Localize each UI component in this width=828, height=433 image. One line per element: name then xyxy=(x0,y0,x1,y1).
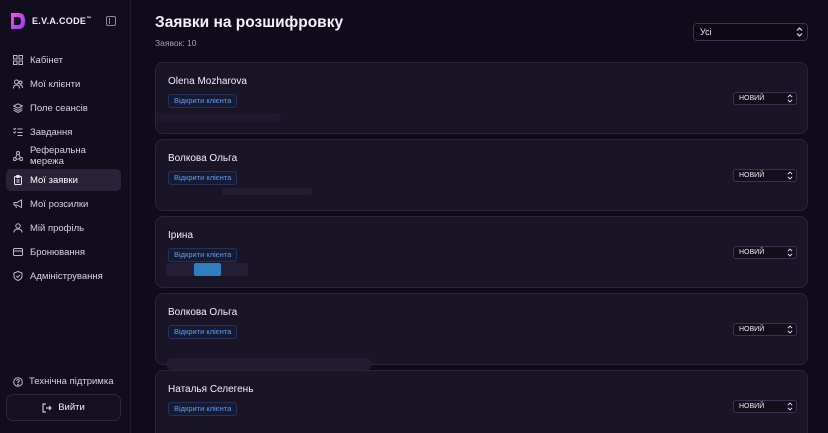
status-value: НОВИЙ xyxy=(739,403,765,410)
status-value: НОВИЙ xyxy=(739,172,765,179)
tasks-icon xyxy=(13,127,23,137)
sidebar-item-cabinet[interactable]: Кабінет xyxy=(6,49,121,71)
stack-icon xyxy=(13,103,23,113)
sidebar-item-label: Адміністрування xyxy=(30,270,103,282)
page-title: Заявки на розшифровку xyxy=(155,14,344,31)
client-name: Ірина xyxy=(168,230,194,241)
logout-icon xyxy=(42,403,52,412)
clipboard-icon xyxy=(13,175,23,185)
open-client-button[interactable]: Відкрити клієнта xyxy=(168,171,238,185)
client-name: Olena Mozharova xyxy=(168,76,247,87)
requests-count: Заявок: 10 xyxy=(155,38,197,48)
network-icon xyxy=(13,151,23,161)
sidebar-item-sessions[interactable]: Поле сеансів xyxy=(6,97,121,119)
eva-logo-icon xyxy=(11,13,25,29)
status-filter-select[interactable]: Усі xyxy=(693,23,808,41)
sidebar-nav: Кабінет Мої клієнти Поле сеансів Завданн… xyxy=(6,49,121,289)
logout-label: Вийти xyxy=(58,402,85,413)
sidebar: E.V.A.CODE™ Кабінет Мої клієнти Поле сеа… xyxy=(0,0,131,433)
client-name: Волкова Ольга xyxy=(168,153,238,164)
sidebar-item-label: Мої розсилки xyxy=(30,198,89,210)
redacted-region xyxy=(222,188,312,195)
request-card: Волкова Ольга Відкрити клієнта НОВИЙ xyxy=(155,139,808,211)
sidebar-item-administration[interactable]: Адміністрування xyxy=(6,265,121,287)
sidebar-item-label: Мої заявки xyxy=(30,174,78,186)
request-card: Olena Mozharova Відкрити клієнта НОВИЙ xyxy=(155,62,808,134)
status-select[interactable]: НОВИЙ xyxy=(733,92,797,105)
request-card: Наталья Селегень Відкрити клієнта НОВИЙ xyxy=(155,370,808,433)
card-icon xyxy=(13,247,23,257)
open-client-button[interactable]: Відкрити клієнта xyxy=(168,248,238,262)
chevron-up-down-icon xyxy=(796,27,803,37)
sidebar-item-label: Кабінет xyxy=(30,54,63,66)
sidebar-item-label: Мій профіль xyxy=(30,222,85,234)
redacted-region xyxy=(156,113,281,122)
users-icon xyxy=(13,79,23,89)
sidebar-item-label: Мої клієнти xyxy=(30,78,81,90)
redacted-region xyxy=(166,358,372,370)
redacted-region xyxy=(194,263,221,276)
sidebar-item-tasks[interactable]: Завдання xyxy=(6,121,121,143)
request-card: Волкова Ольга Відкрити клієнта НОВИЙ xyxy=(155,293,808,370)
sidebar-item-label: Бронювання xyxy=(30,246,86,258)
filter-selected-value: Усі xyxy=(700,27,712,37)
open-client-button[interactable]: Відкрити клієнта xyxy=(168,94,238,108)
status-select[interactable]: НОВИЙ xyxy=(733,323,797,336)
shield-icon xyxy=(13,271,23,281)
sidebar-item-label: Завдання xyxy=(30,126,73,138)
open-client-button[interactable]: Відкрити клієнта xyxy=(168,325,238,339)
sidebar-item-label: Поле сеансів xyxy=(30,102,88,114)
sidebar-item-profile[interactable]: Мій профіль xyxy=(6,217,121,239)
chevron-up-down-icon xyxy=(787,248,793,257)
sidebar-item-booking[interactable]: Бронювання xyxy=(6,241,121,263)
status-select[interactable]: НОВИЙ xyxy=(733,246,797,259)
megaphone-icon xyxy=(13,199,23,209)
app-logo[interactable]: E.V.A.CODE™ xyxy=(8,11,92,31)
status-value: НОВИЙ xyxy=(739,326,765,333)
support-link[interactable]: Технічна підтримка xyxy=(13,376,114,387)
chevron-up-down-icon xyxy=(787,171,793,180)
sidebar-item-referral[interactable]: Реферальна мережа xyxy=(6,145,121,167)
sidebar-item-mailings[interactable]: Мої розсилки xyxy=(6,193,121,215)
app-name: E.V.A.CODE™ xyxy=(32,16,92,26)
status-value: НОВИЙ xyxy=(739,249,765,256)
chevron-up-down-icon xyxy=(787,325,793,334)
help-circle-icon xyxy=(13,376,23,387)
support-label: Технічна підтримка xyxy=(29,376,114,387)
sidebar-item-my-requests[interactable]: Мої заявки xyxy=(6,169,121,191)
request-card: Ірина Відкрити клієнта НОВИЙ xyxy=(155,216,808,288)
collapse-sidebar-icon[interactable] xyxy=(106,16,116,26)
sidebar-item-label: Реферальна мережа xyxy=(30,145,86,167)
logout-button[interactable]: Вийти xyxy=(6,394,121,421)
status-select[interactable]: НОВИЙ xyxy=(733,169,797,182)
status-select[interactable]: НОВИЙ xyxy=(733,400,797,413)
chevron-up-down-icon xyxy=(787,402,793,411)
status-value: НОВИЙ xyxy=(739,95,765,102)
user-icon xyxy=(13,223,23,233)
dashboard-icon xyxy=(13,55,23,65)
client-name: Наталья Селегень xyxy=(168,384,254,395)
sidebar-item-clients[interactable]: Мої клієнти xyxy=(6,73,121,95)
client-name: Волкова Ольга xyxy=(168,307,238,318)
chevron-up-down-icon xyxy=(787,94,793,103)
open-client-button[interactable]: Відкрити клієнта xyxy=(168,402,238,416)
